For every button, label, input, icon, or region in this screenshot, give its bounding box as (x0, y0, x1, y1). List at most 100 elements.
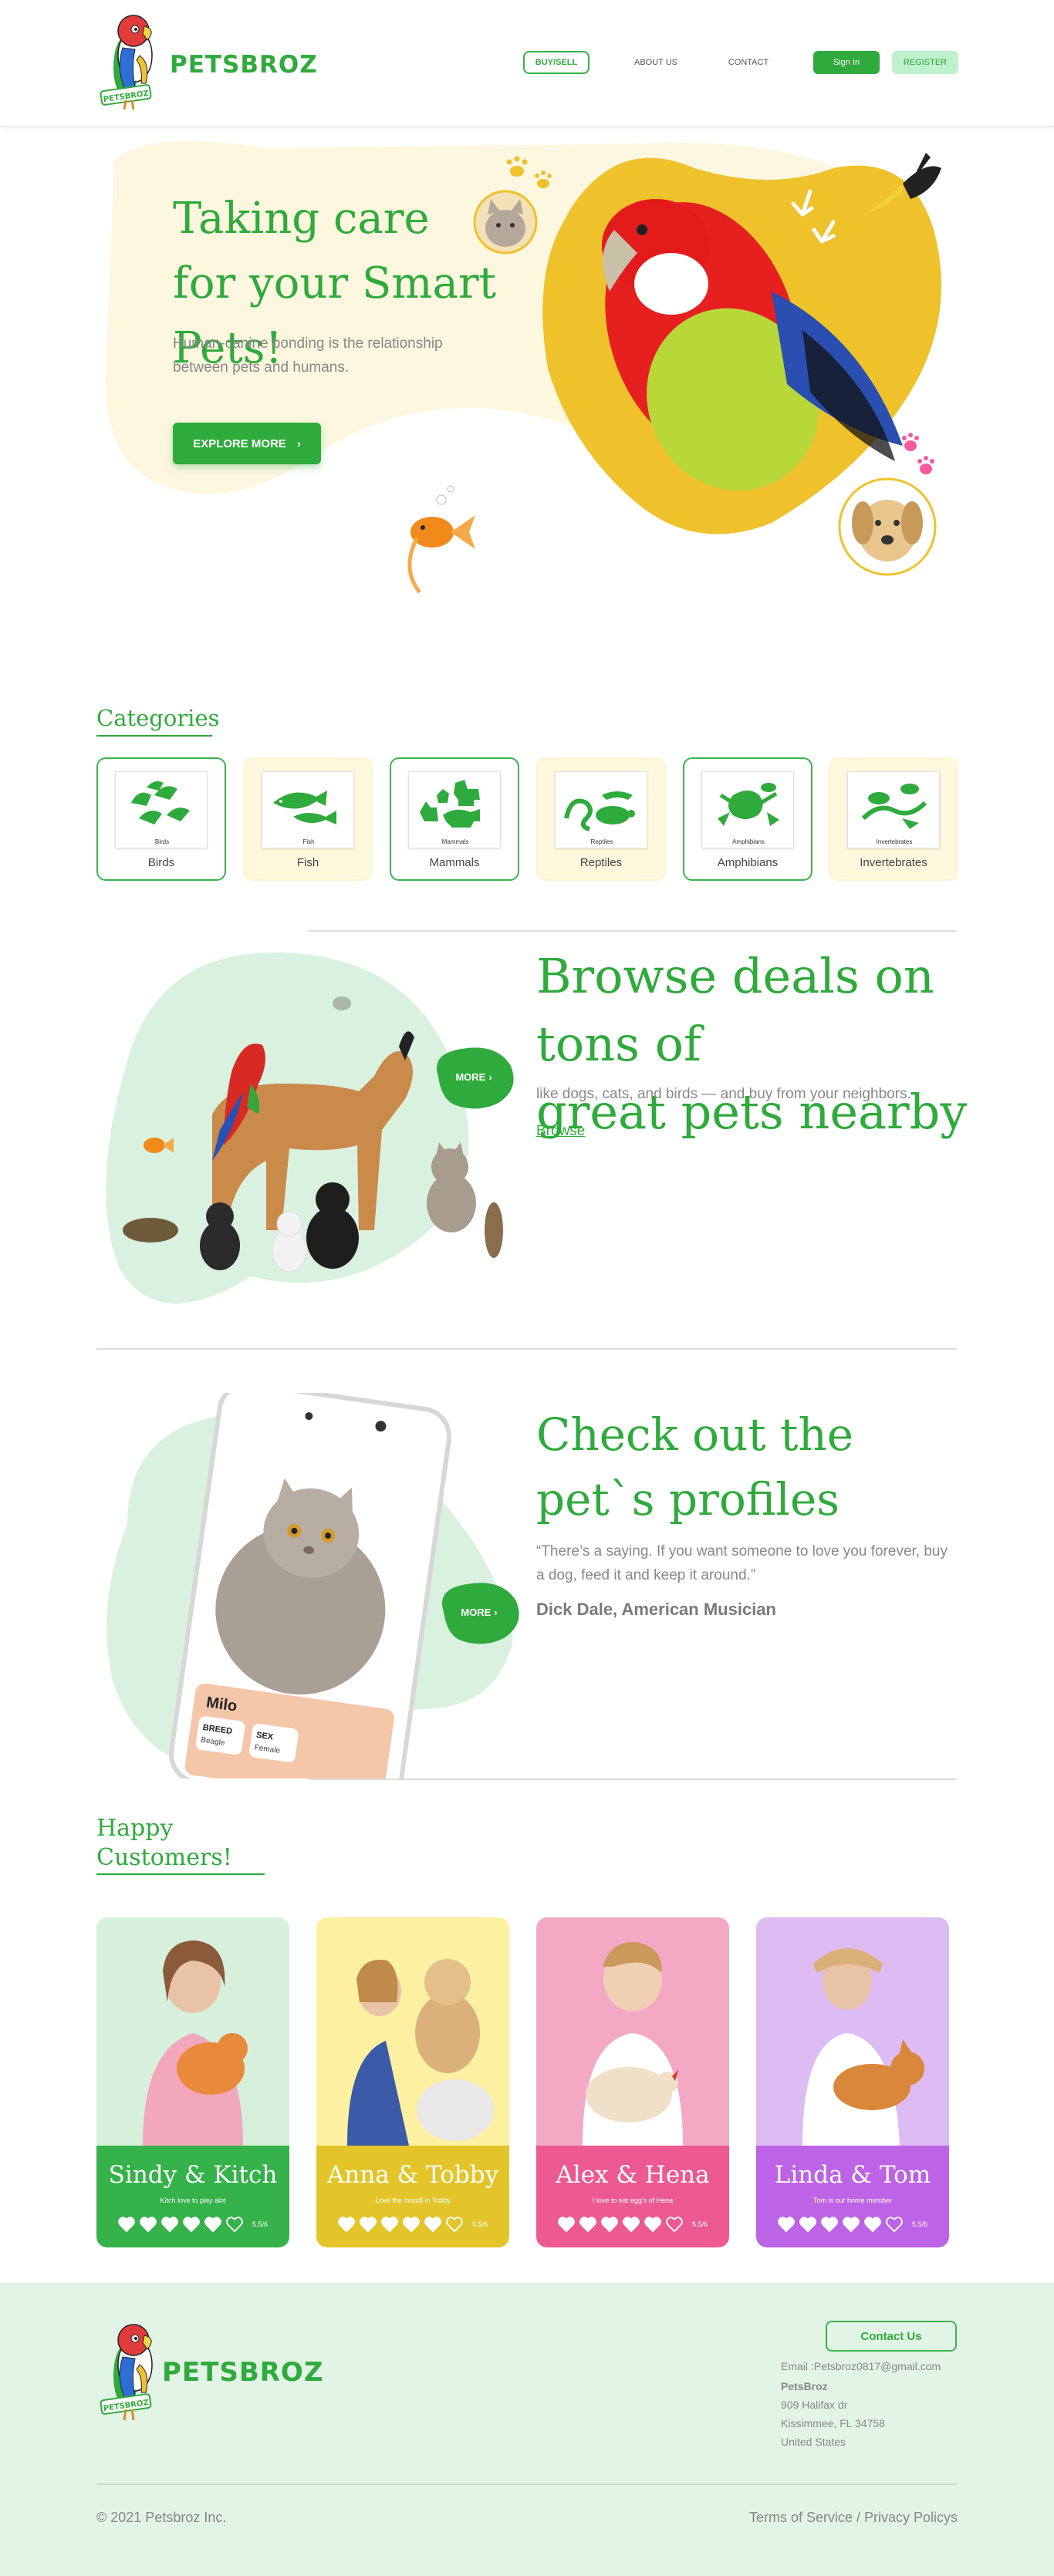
browse-goldfish (144, 1138, 165, 1153)
customer-score: 5.5/6 (252, 2220, 269, 2228)
heart-outline-icon (886, 2217, 903, 2232)
customer-score: 5.5/6 (911, 2220, 928, 2228)
category-label: Birds (147, 856, 175, 869)
customer-rating: 5.5/6 (316, 2217, 509, 2232)
category-thumbnail-label: Reptiles (590, 838, 613, 845)
category-card-birds[interactable]: Birds Birds (96, 757, 226, 881)
footer-copyright: © 2021 Petsbroz Inc. (96, 2510, 227, 2525)
category-thumbnail: Reptiles (555, 771, 647, 848)
reptiles-icon (564, 791, 635, 831)
customer-note: Love the moodl in Tobby (375, 2197, 451, 2204)
browse-title-line1: Browse deals on tons of (536, 948, 934, 1072)
contact-us-button[interactable]: Contact Us (826, 2321, 957, 2352)
profiles-more-label: MORE (461, 1606, 492, 1618)
category-card-invertebrates[interactable]: Invertebrates Invertebrates (829, 757, 958, 881)
customer-rating: 5.5/6 (756, 2217, 949, 2232)
heart-filled-icon (644, 2217, 661, 2232)
category-thumbnail-label: Fish (302, 838, 315, 845)
heart-filled-icon (381, 2217, 398, 2232)
customer-note: I love to eat egg's of Hena (592, 2197, 674, 2204)
customer-photo (536, 1917, 729, 2146)
category-label: Invertebrates (860, 856, 927, 869)
section-divider (309, 930, 957, 932)
category-label: Amphibians (717, 856, 779, 869)
customer-name: Alex & Hena (556, 2161, 710, 2189)
heart-filled-icon (140, 2217, 157, 2232)
customers-title: Happy Customers! (96, 1814, 232, 1873)
browse-more-button[interactable]: MORE › (431, 1043, 517, 1111)
section-divider (309, 1779, 957, 1780)
customer-info-band: Sindy & Kitch Kitch love to play alot 5.5/… (96, 2146, 289, 2247)
heart-filled-icon (799, 2217, 816, 2232)
explore-more-button[interactable]: EXPLORE MORE › (173, 423, 321, 464)
customer-photo (756, 1917, 949, 2146)
nav-about-link[interactable]: ABOUT US (617, 51, 694, 74)
footer-brand-name[interactable]: PETSBROZ (162, 2357, 323, 2388)
brand-name[interactable]: PETSBROZ (170, 51, 318, 79)
customer-card[interactable]: Anna & Tobby Love the moodl in Tobby 5.5/6 (316, 1917, 509, 2247)
site-header: PETSBROZ PETSBROZ BUY/SELL ABOUT US CONT… (0, 0, 1054, 127)
customer-note: Kitch love to play alot (160, 2197, 226, 2204)
heart-filled-icon (338, 2217, 355, 2232)
customer-info-band: Alex & Hena I love to eat egg's of Hena 5.… (536, 2146, 729, 2247)
heart-outline-icon (226, 2217, 243, 2232)
browse-pets-illustration (106, 953, 503, 1304)
section-divider (96, 1348, 957, 1350)
footer-email[interactable]: Email :Petsbroz0817@gmail.com (781, 2360, 941, 2372)
customer-card[interactable]: Linda & Tom Tom is our home member 5.5/6 (756, 1917, 949, 2247)
customer-info-band: Anna & Tobby Love the moodl in Tobby 5.5/6 (316, 2146, 509, 2247)
profiles-title-line2: pet`s profiles (536, 1473, 840, 1526)
footer-legal-links[interactable]: Terms of Service / Privacy Policys (749, 2510, 958, 2526)
heart-filled-icon (403, 2217, 420, 2232)
footer-address-line: 909 Halifax dr (781, 2399, 848, 2411)
customers-underline (96, 1873, 265, 1875)
customer-score: 5.5/6 (691, 2220, 708, 2228)
category-thumbnail: Amphibians (701, 771, 794, 848)
browse-link[interactable]: Browse (536, 1123, 585, 1140)
category-label: Mammals (429, 856, 480, 869)
page: PETSBROZ PETSBROZ BUY/SELL ABOUT US CONT… (0, 0, 1054, 2576)
goldfish-icon (407, 485, 475, 594)
customer-name: Sindy & Kitch (108, 2161, 278, 2189)
heart-filled-icon (843, 2217, 860, 2232)
customer-rating: 5.5/6 (96, 2217, 289, 2232)
heart-outline-icon (666, 2217, 683, 2232)
footer-company-name: PetsBroz (781, 2380, 828, 2392)
category-thumbnail-label: Mammals (441, 838, 469, 845)
heart-filled-icon (161, 2217, 178, 2232)
hero-parrot-illustration (407, 153, 941, 594)
customer-rating: 5.5/6 (536, 2217, 729, 2232)
amphibians-icon (718, 783, 779, 826)
category-card-fish[interactable]: Fish Fish (243, 757, 373, 881)
customers-title-line1: Happy (96, 1815, 174, 1842)
heart-filled-icon (204, 2217, 221, 2232)
customer-card[interactable]: Sindy & Kitch Kitch love to play alot 5.5/… (96, 1917, 289, 2247)
heart-filled-icon (579, 2217, 596, 2232)
register-button[interactable]: REGISTER (892, 51, 958, 74)
customers-title-line2: Customers! (96, 1844, 232, 1871)
category-thumbnail: Mammals (408, 771, 501, 848)
profiles-more-button[interactable]: MORE › (436, 1578, 522, 1646)
category-card-reptiles[interactable]: Reptiles Reptiles (536, 757, 666, 881)
nav-contact-link[interactable]: CONTACT (710, 51, 787, 74)
category-thumbnail-label: Invertebrates (876, 838, 913, 845)
heart-filled-icon (623, 2217, 640, 2232)
customer-card[interactable]: Alex & Hena I love to eat egg's of Hena 5.… (536, 1917, 729, 2247)
category-card-mammals[interactable]: Mammals Mammals (390, 757, 519, 881)
sign-in-button[interactable]: Sign In (813, 51, 880, 74)
ferret (485, 1202, 503, 1258)
heart-outline-icon (446, 2217, 463, 2232)
heart-filled-icon (424, 2217, 441, 2232)
customer-photo (96, 1917, 289, 2146)
category-thumbnail-label: Birds (154, 838, 170, 845)
customer-name: Anna & Tobby (326, 2161, 499, 2189)
footer-address-line: United States (781, 2436, 846, 2448)
category-label: Fish (296, 856, 319, 869)
browse-more-label: MORE (455, 1071, 486, 1083)
nav-buy-sell-button[interactable]: BUY/SELL (523, 51, 589, 74)
category-card-amphibians[interactable]: Amphibians Amphibians (683, 757, 812, 881)
footer-divider (96, 2483, 958, 2485)
profiles-title: Check out the pet`s profiles (536, 1402, 968, 1532)
categories-title: Categories (96, 705, 220, 731)
heart-filled-icon (118, 2217, 135, 2232)
